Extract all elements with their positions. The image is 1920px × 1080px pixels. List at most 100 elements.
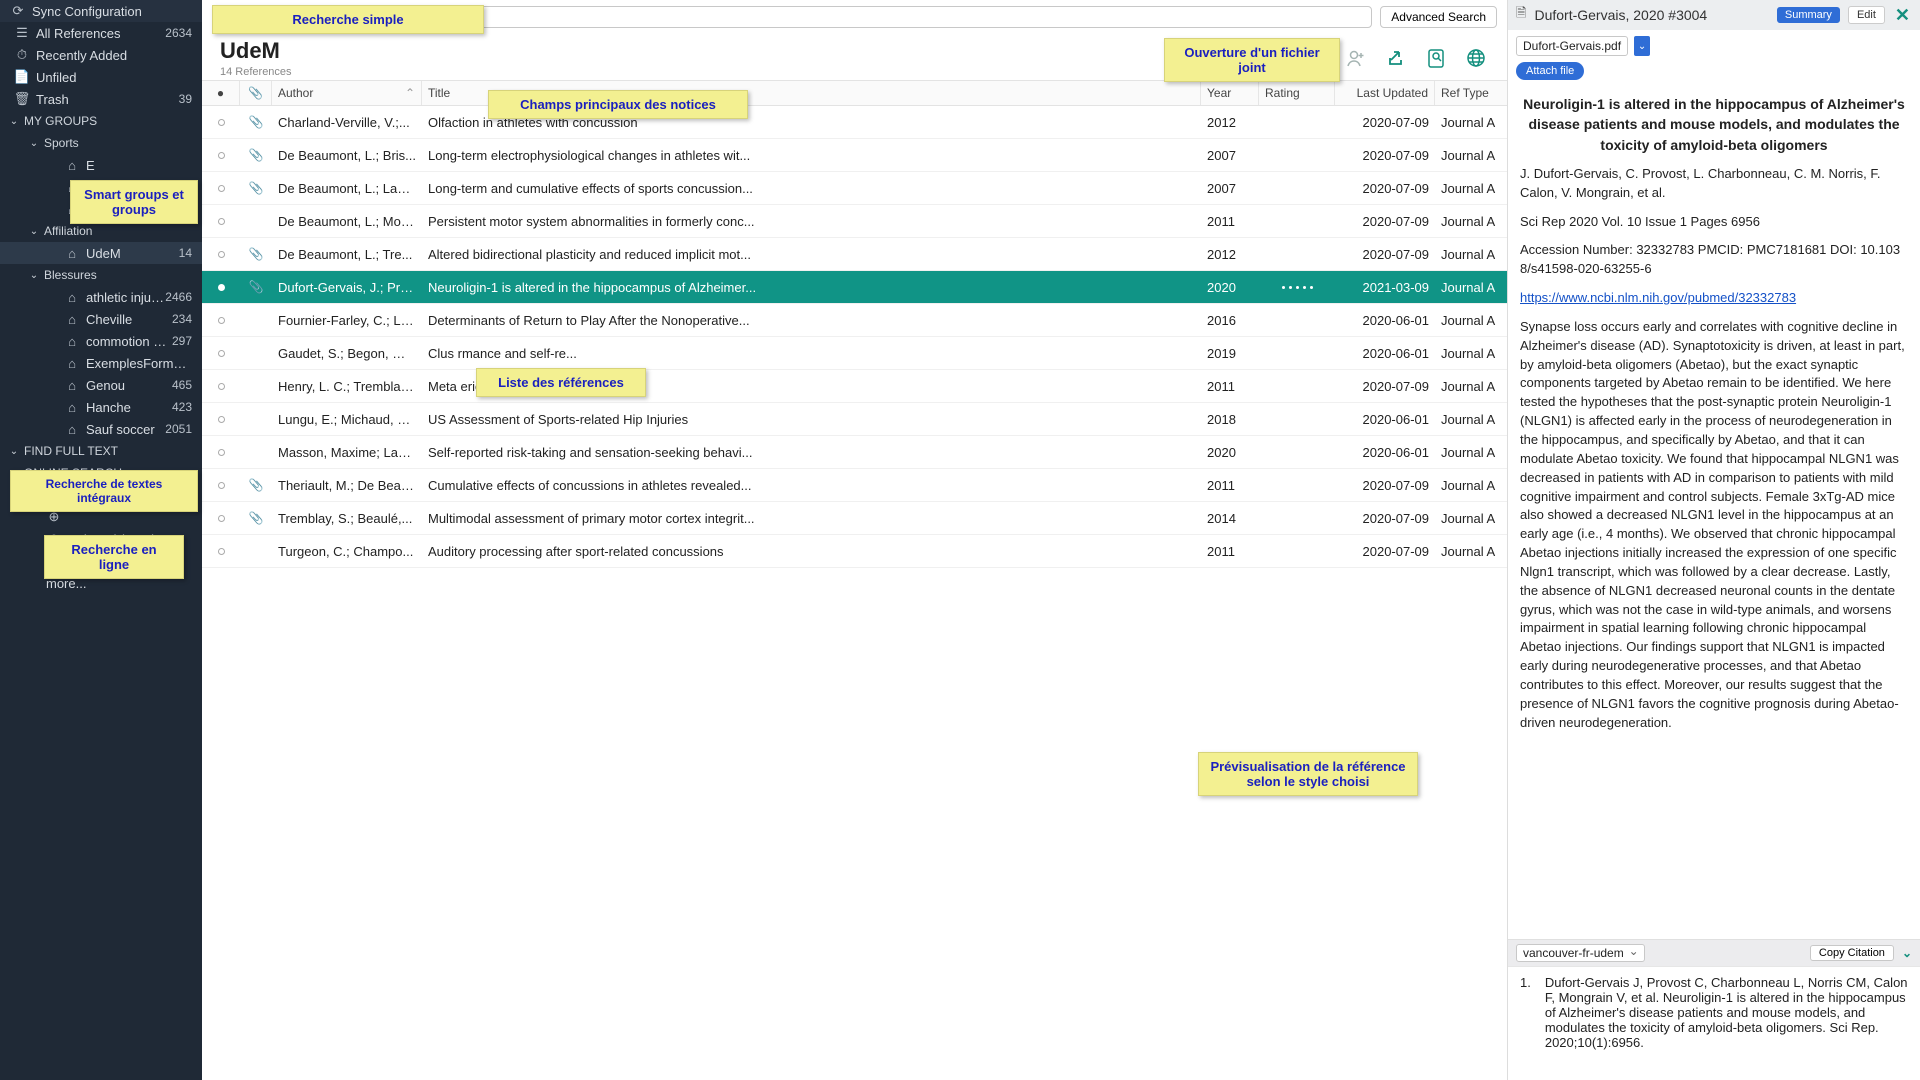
group-icon: ⌂ bbox=[64, 333, 80, 349]
blessures-group[interactable]: ⌄ Blessures bbox=[0, 264, 202, 286]
col-unread[interactable]: ● bbox=[202, 81, 240, 105]
attach-file-button[interactable]: Attach file bbox=[1516, 62, 1584, 80]
citation-style-select[interactable]: vancouver-fr-udem bbox=[1516, 944, 1645, 962]
table-row[interactable]: Henry, L. C.; Tremblay,... Meta erican f… bbox=[202, 370, 1507, 403]
sidebar-item[interactable]: ⌂Genou465 bbox=[0, 374, 202, 396]
col-year[interactable]: Year bbox=[1201, 81, 1259, 105]
more-label: more... bbox=[46, 576, 192, 591]
sidebar-item[interactable]: ⊕Web of Science Core... bbox=[0, 550, 202, 572]
ref-url[interactable]: https://www.ncbi.nlm.nih.gov/pubmed/3233… bbox=[1520, 290, 1796, 305]
summary-tab[interactable]: Summary bbox=[1777, 7, 1840, 23]
copy-citation-button[interactable]: Copy Citation bbox=[1810, 945, 1894, 961]
find-updates-icon[interactable] bbox=[1423, 45, 1449, 71]
document-icon: 🗎 bbox=[1516, 4, 1526, 26]
table-row[interactable]: 📎 Tremblay, S.; Beaulé,... Multimodal as… bbox=[202, 502, 1507, 535]
sidebar-item[interactable]: ⊕ bbox=[0, 506, 202, 528]
paperclip-icon: 📎 bbox=[248, 86, 263, 100]
table-row[interactable]: Turgeon, C.; Champo... Auditory processi… bbox=[202, 535, 1507, 568]
table-row[interactable]: 📎 De Beaumont, L.; Lass... Long-term and… bbox=[202, 172, 1507, 205]
pdf-chip[interactable]: Dufort-Gervais.pdf bbox=[1516, 36, 1628, 56]
paperclip-icon: 📎 bbox=[240, 148, 272, 162]
table-row[interactable]: 📎 Charland-Verville, V.;... Olfaction in… bbox=[202, 106, 1507, 139]
close-icon[interactable]: ✕ bbox=[1893, 5, 1912, 26]
affiliation-group[interactable]: ⌄ Affiliation bbox=[0, 220, 202, 242]
table-row[interactable]: Fournier-Farley, C.; La... Determinants … bbox=[202, 304, 1507, 337]
search-icon: ⌕ bbox=[219, 9, 226, 25]
sidebar: ⟳ Sync Configuration ☰All References2634… bbox=[0, 0, 202, 1080]
table-row[interactable]: 📎 De Beaumont, L.; Tre... Altered bidire… bbox=[202, 238, 1507, 271]
col-author[interactable]: Author⌃ bbox=[272, 81, 422, 105]
sidebar-item[interactable]: ☰All References2634 bbox=[0, 22, 202, 44]
web-icon[interactable] bbox=[1463, 45, 1489, 71]
group-icon: ⊕ bbox=[46, 509, 62, 525]
table-row[interactable]: 📎 Dufort-Gervais, J.; Pro... Neuroligin-… bbox=[202, 271, 1507, 304]
sidebar-item[interactable]: ⌂E bbox=[0, 154, 202, 176]
main-panel: ⌕ Advanced Search UdeM 14 References ● 📎… bbox=[202, 0, 1508, 1080]
find-full-label: FIND FULL TEXT bbox=[24, 444, 118, 458]
ref-authors: J. Dufort-Gervais, C. Provost, L. Charbo… bbox=[1520, 165, 1908, 203]
mid-header: UdeM 14 References bbox=[202, 34, 1507, 80]
attach-row: Dufort-Gervais.pdf ⌄ bbox=[1508, 30, 1920, 62]
search-input[interactable] bbox=[230, 10, 1365, 24]
sports-group[interactable]: ⌄ Sports bbox=[0, 132, 202, 154]
group-icon: ⌂ bbox=[64, 355, 80, 371]
unread-dot bbox=[218, 284, 225, 291]
sidebar-item[interactable]: 🗑Trash39 bbox=[0, 88, 202, 110]
find-full-text-head[interactable]: ⌄ FIND FULL TEXT bbox=[0, 440, 202, 462]
add-user-icon[interactable] bbox=[1343, 45, 1369, 71]
sidebar-item[interactable]: ⌂UdeM14 bbox=[0, 242, 202, 264]
col-reftype[interactable]: Ref Type bbox=[1435, 81, 1507, 105]
export-icon[interactable] bbox=[1383, 45, 1409, 71]
paperclip-icon: 📎 bbox=[240, 247, 272, 261]
sidebar-item[interactable]: ⌂athletic injuries2466 bbox=[0, 286, 202, 308]
ref-source: Sci Rep 2020 Vol. 10 Issue 1 Pages 6956 bbox=[1520, 213, 1908, 232]
online-search-head[interactable]: ⌄ ONLINE SEARCH bbox=[0, 462, 202, 484]
sidebar-item[interactable]: 📄Unfiled bbox=[0, 66, 202, 88]
col-title[interactable]: Title bbox=[422, 81, 1201, 105]
group-icon: ⌂ bbox=[64, 179, 80, 195]
sidebar-item[interactable]: ⌂Hanche423 bbox=[0, 396, 202, 418]
group-icon: ⌂ bbox=[64, 289, 80, 305]
group-icon: ⊕ bbox=[46, 553, 62, 569]
paperclip-icon: 📎 bbox=[240, 478, 272, 492]
sidebar-item[interactable]: ⌂S bbox=[0, 198, 202, 220]
table-row[interactable]: Lungu, E.; Michaud, J.... US Assessment … bbox=[202, 403, 1507, 436]
unread-dot bbox=[218, 416, 225, 423]
affiliation-label: Affiliation bbox=[44, 224, 92, 238]
table-row[interactable]: Gaudet, S.; Begon, M.;... Clus rmance an… bbox=[202, 337, 1507, 370]
group-icon: ⌂ bbox=[64, 157, 80, 173]
unread-dot bbox=[218, 317, 225, 324]
advanced-search-button[interactable]: Advanced Search bbox=[1380, 6, 1497, 28]
col-updated[interactable]: Last Updated bbox=[1335, 81, 1435, 105]
detail-title: Dufort-Gervais, 2020 #3004 bbox=[1534, 7, 1768, 23]
chevron-down-icon: ⌄ bbox=[28, 270, 40, 281]
chevron-down-icon[interactable]: ⌄ bbox=[1902, 946, 1912, 960]
sync-label: Sync Configuration bbox=[32, 4, 192, 19]
table-row[interactable]: 📎 Theriault, M.; De Beau... Cumulative e… bbox=[202, 469, 1507, 502]
more-link[interactable]: more... bbox=[0, 572, 202, 594]
pdf-dropdown[interactable]: ⌄ bbox=[1634, 36, 1650, 56]
paperclip-icon: 📎 bbox=[240, 511, 272, 525]
sidebar-item[interactable]: ⌂F bbox=[0, 176, 202, 198]
edit-tab[interactable]: Edit bbox=[1848, 6, 1885, 24]
sidebar-item[interactable]: ⌂commotion céré...297 bbox=[0, 330, 202, 352]
sync-config[interactable]: ⟳ Sync Configuration bbox=[0, 0, 202, 22]
group-icon: ⌂ bbox=[64, 421, 80, 437]
chevron-down-icon: ⌄ bbox=[8, 468, 20, 479]
sidebar-item[interactable]: ⌂Cheville234 bbox=[0, 308, 202, 330]
sidebar-item[interactable]: ⊕PubMed (NLM) bbox=[0, 528, 202, 550]
sidebar-item[interactable]: ⏱Recently Added bbox=[0, 44, 202, 66]
col-attachment[interactable]: 📎 bbox=[240, 81, 272, 105]
sidebar-item[interactable]: ⌂Sauf soccer2051 bbox=[0, 418, 202, 440]
new-ref-icon[interactable] bbox=[1303, 45, 1329, 71]
my-groups-head[interactable]: ⌄ MY GROUPS bbox=[0, 110, 202, 132]
table-row[interactable]: Masson, Maxime; Lam... Self-reported ris… bbox=[202, 436, 1507, 469]
sidebar-item[interactable]: ⌂ExemplesFormati... bbox=[0, 352, 202, 374]
sidebar-item[interactable]: ⊕ bbox=[0, 484, 202, 506]
table-row[interactable]: De Beaumont, L.; Mon... Persistent motor… bbox=[202, 205, 1507, 238]
table-row[interactable]: 📎 De Beaumont, L.; Bris... Long-term ele… bbox=[202, 139, 1507, 172]
group-icon: ⊕ bbox=[46, 531, 62, 547]
blessures-label: Blessures bbox=[44, 268, 97, 282]
ref-title: Neuroligin-1 is altered in the hippocamp… bbox=[1520, 94, 1908, 155]
col-rating[interactable]: Rating bbox=[1259, 81, 1335, 105]
